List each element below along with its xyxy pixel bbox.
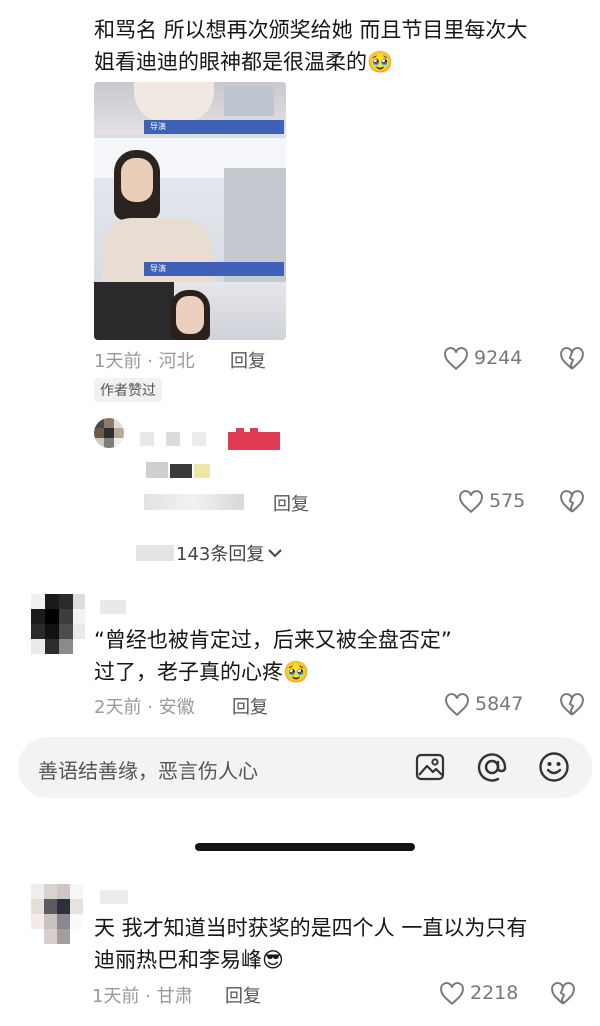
heart-icon[interactable] (458, 490, 484, 514)
comment-line-1: “曾经也被肯定过，后来又被全盘否定” (94, 628, 452, 652)
comment-line-2: 姐看迪迪的眼神都是很温柔的🥹 (94, 46, 594, 78)
comment-meta: 1天前 · 河北 (94, 351, 195, 372)
dislike-broken-heart-icon[interactable] (559, 490, 585, 514)
reply-button[interactable]: 回复 (232, 693, 268, 719)
comment-line-2: 迪丽热巴和李易峰😎 (94, 944, 594, 976)
heart-icon[interactable] (443, 347, 469, 371)
caption-bar-top: 导演 (144, 120, 284, 134)
comment-line-2-text: 过了，老子真的心疼 (94, 660, 283, 684)
comment-meta: 1天前 · 甘肃 (92, 986, 193, 1007)
heart-icon[interactable] (439, 982, 465, 1006)
comment-text: “曾经也被肯定过，后来又被全盘否定” 过了，老子真的心疼🥹 (94, 624, 594, 688)
censored-username (100, 600, 126, 614)
caption-bar-bottom: 导演 (144, 262, 284, 276)
comment-line-1: 天 我才知道当时获奖的是四个人 一直以为只有 (94, 916, 528, 940)
dislike-broken-heart-icon[interactable] (559, 347, 585, 371)
avatar[interactable] (31, 594, 85, 654)
like-count: 575 (489, 490, 526, 512)
emoji-icon[interactable] (538, 751, 570, 783)
pleading-face-emoji: 🥹 (283, 660, 310, 684)
chevron-down-icon (268, 549, 283, 558)
home-indicator[interactable] (195, 843, 415, 851)
expand-replies-button[interactable]: 143条回复 (136, 540, 284, 566)
caption-label-bottom: 导演 (150, 264, 166, 273)
like-count: 5847 (475, 693, 524, 715)
dislike-broken-heart-icon[interactable] (559, 693, 585, 717)
censored-reply-meta (144, 492, 244, 512)
pleading-face-emoji: 🥹 (367, 50, 394, 74)
expand-replies-label: 143条回复 (176, 544, 265, 565)
comment-text: 和骂名 所以想再次颁奖给她 而且节目里每次大 姐看迪迪的眼神都是很温柔的🥹 (94, 14, 594, 78)
censored-reply-text (146, 462, 226, 482)
dislike-broken-heart-icon[interactable] (550, 982, 576, 1006)
reply-button[interactable]: 回复 (225, 982, 261, 1008)
comment-line-2-text: 迪丽热巴和李易峰 (94, 948, 262, 972)
like-count: 9244 (474, 347, 523, 369)
censored-username (100, 890, 128, 904)
comment-image[interactable]: 导演 导演 (94, 82, 286, 340)
reply-button[interactable]: 回复 (273, 490, 309, 516)
reply-button[interactable]: 回复 (230, 347, 266, 373)
comment-line-2-text: 姐看迪迪的眼神都是很温柔的 (94, 50, 367, 74)
comment-meta: 2天前 · 安徽 (94, 697, 195, 718)
comment-line-2: 过了，老子真的心疼🥹 (94, 656, 594, 688)
image-frame-bottom (94, 282, 286, 340)
author-liked-tag: 作者赞过 (94, 378, 162, 402)
sunglasses-face-emoji: 😎 (262, 948, 284, 972)
image-icon[interactable] (415, 752, 445, 782)
heart-icon[interactable] (444, 693, 470, 717)
avatar[interactable] (94, 418, 124, 448)
comment-input-placeholder[interactable]: 善语结善缘，恶言伤人心 (38, 755, 258, 784)
like-count: 2218 (470, 982, 519, 1004)
caption-label-top: 导演 (150, 122, 166, 131)
comment-text: 天 我才知道当时获奖的是四个人 一直以为只有 迪丽热巴和李易峰😎 (94, 912, 594, 976)
at-icon[interactable] (476, 751, 508, 783)
comment-input-bar[interactable]: 善语结善缘，恶言伤人心 (18, 737, 592, 798)
comment-line-1: 和骂名 所以想再次颁奖给她 而且节目里每次大 (94, 18, 528, 42)
avatar[interactable] (31, 884, 83, 944)
censored-expand-prefix (136, 545, 174, 561)
censored-username (140, 428, 280, 452)
